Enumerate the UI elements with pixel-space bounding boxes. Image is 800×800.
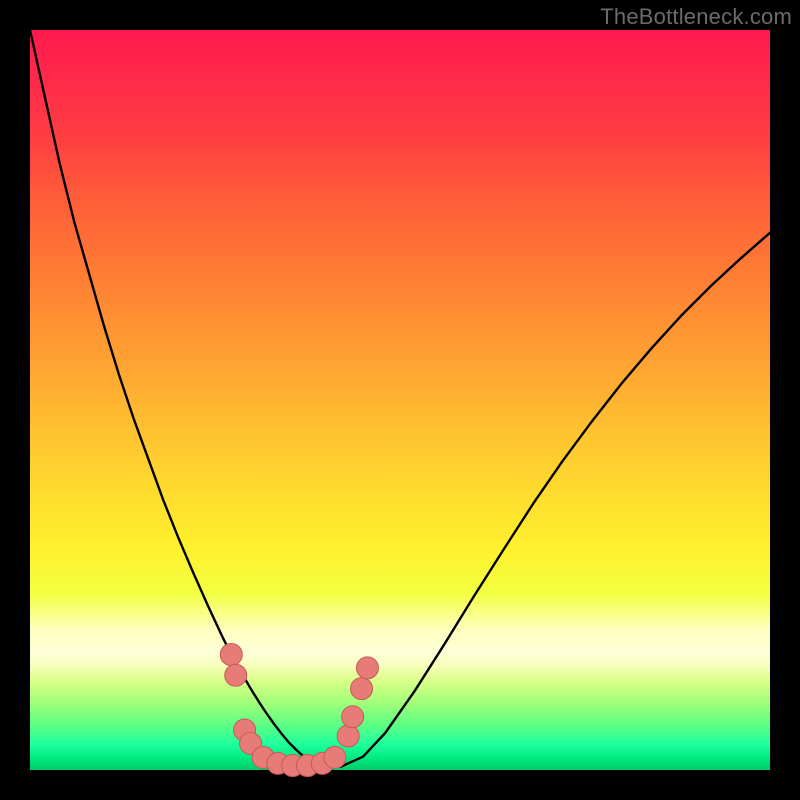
- marker-point: [342, 706, 364, 728]
- chart-frame: TheBottleneck.com: [0, 0, 800, 800]
- data-markers: [220, 644, 378, 777]
- marker-point: [337, 725, 359, 747]
- marker-point: [324, 746, 346, 768]
- bottleneck-curve: [30, 30, 770, 767]
- marker-point: [225, 664, 247, 686]
- marker-point: [220, 644, 242, 666]
- watermark: TheBottleneck.com: [600, 4, 792, 30]
- marker-point: [356, 657, 378, 679]
- chart-overlay: [30, 30, 770, 770]
- marker-point: [351, 678, 373, 700]
